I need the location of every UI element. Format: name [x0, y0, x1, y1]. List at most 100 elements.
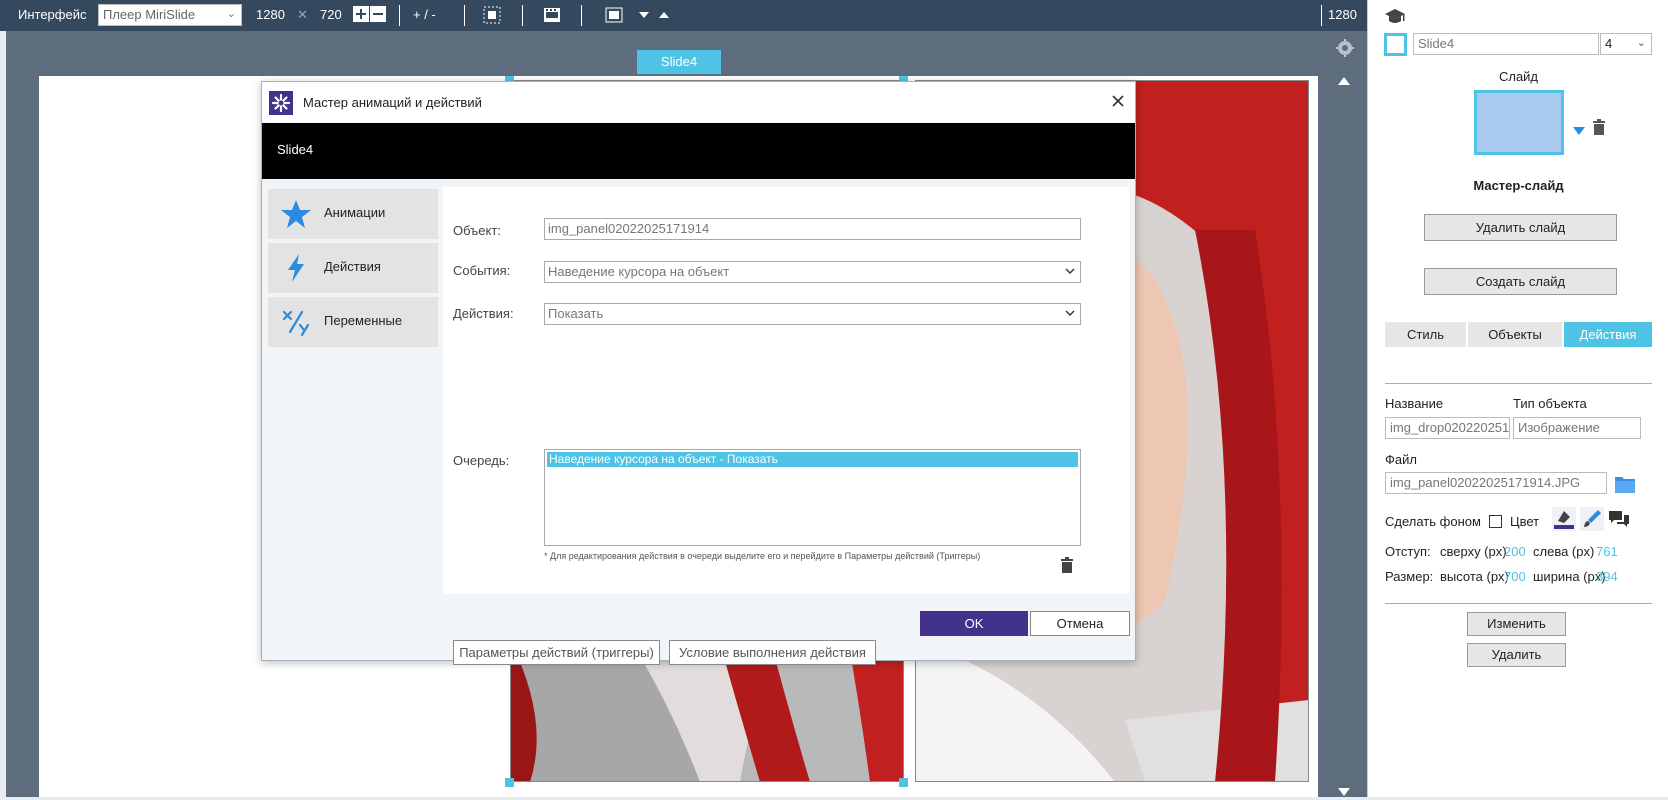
name-label: Название	[1385, 396, 1444, 411]
tab-objects[interactable]: Объекты	[1468, 322, 1564, 347]
trigger-params-button[interactable]: Параметры действий (триггеры)	[453, 640, 660, 665]
delete-slide-button[interactable]: Удалить слайд	[1424, 214, 1617, 241]
slide-name-input[interactable]: Slide4	[1413, 33, 1599, 55]
width-value[interactable]: 1280	[256, 7, 285, 22]
animation-wizard-dialog: Мастер анимаций и действий Slide4 Анимац…	[261, 81, 1136, 665]
zoom-in-icon[interactable]	[353, 6, 371, 24]
chevron-down-icon: ⌄	[226, 8, 236, 20]
offset-left-label: слева (px)	[1533, 544, 1595, 559]
tab-style[interactable]: Стиль	[1385, 322, 1468, 347]
dialog-title: Мастер анимаций и действий	[303, 95, 482, 110]
slide-number-value: 4	[1605, 36, 1613, 51]
comments-icon[interactable]	[1608, 509, 1630, 532]
close-icon[interactable]	[1108, 91, 1128, 111]
change-button[interactable]: Изменить	[1467, 612, 1566, 636]
banner-title: Slide4	[277, 142, 314, 157]
trash-icon[interactable]	[1060, 557, 1074, 576]
cancel-button[interactable]: Отмена	[1030, 611, 1130, 636]
sidebar-item-variables[interactable]: Переменные	[268, 297, 438, 347]
type-label: Тип объекта	[1513, 396, 1587, 411]
triangle-down-icon[interactable]	[1572, 124, 1586, 139]
slide-color-swatch[interactable]	[1384, 33, 1407, 56]
events-select[interactable]: Наведение курсора на объект	[544, 261, 1081, 283]
sidebar-item-animations[interactable]: Анимации	[268, 189, 438, 239]
condition-button[interactable]: Условие выполнения действия	[669, 640, 876, 665]
zoom-ops[interactable]: + / -	[413, 7, 436, 22]
queue-list[interactable]: Наведение курсора на объект - Показать	[544, 449, 1081, 546]
offset-label: Отступ:	[1385, 544, 1431, 559]
sidebar-item-label: Переменные	[324, 313, 403, 328]
offset-left-value[interactable]: 761	[1596, 544, 1618, 559]
queue-note: * Для редактирования действия в очереди …	[544, 551, 981, 561]
film-icon[interactable]	[543, 6, 561, 24]
actions-select[interactable]: Показать	[544, 303, 1081, 325]
delete-object-button[interactable]: Удалить	[1467, 643, 1566, 667]
make-bg-label: Сделать фоном	[1385, 514, 1481, 529]
chevron-down-icon	[1064, 264, 1076, 281]
offset-top-label: сверху (px)	[1440, 544, 1507, 559]
graduation-cap-icon[interactable]	[1384, 8, 1406, 29]
arrow-down-icon[interactable]	[637, 6, 655, 24]
zoom-out-icon[interactable]	[370, 6, 388, 24]
variables-icon	[280, 306, 312, 338]
create-slide-button[interactable]: Создать слайд	[1424, 268, 1617, 295]
scroll-up-icon[interactable]	[1337, 75, 1351, 90]
ok-button[interactable]: OK	[920, 611, 1028, 636]
slide-thumbnail[interactable]	[1474, 90, 1564, 155]
actions-label: Действия:	[453, 306, 514, 321]
player-select[interactable]: Плеер MiriSlide ⌄	[98, 4, 242, 26]
list-item[interactable]: Наведение курсора на объект - Показать	[547, 452, 1078, 467]
sidebar-item-label: Анимации	[324, 205, 386, 220]
layout-icon[interactable]	[605, 6, 623, 24]
slide-heading: Слайд	[1498, 69, 1539, 84]
size-height-label: высота (px)	[1440, 569, 1509, 584]
size-width-value[interactable]: 394	[1596, 569, 1618, 584]
resize-handle[interactable]	[505, 778, 514, 787]
settings-icon[interactable]	[1336, 39, 1354, 57]
chevron-down-icon: ⌄	[1636, 37, 1646, 49]
properties-panel: Slide4 4 ⌄ Слайд Мастер-слайд Удалить сл…	[1367, 0, 1668, 797]
size-height-value[interactable]: 700	[1504, 569, 1526, 584]
divider	[1385, 603, 1652, 604]
queue-label: Очередь:	[453, 453, 510, 468]
brush-icon[interactable]	[1580, 507, 1604, 531]
master-slide-label: Мастер-слайд	[1473, 178, 1564, 193]
player-select-value: Плеер MiriSlide	[103, 7, 196, 22]
actions-value: Показать	[548, 306, 604, 321]
lightning-icon	[280, 252, 312, 284]
arrow-up-icon[interactable]	[657, 6, 675, 24]
object-name-input[interactable]: img_drop0202202517	[1385, 417, 1510, 439]
object-label: Объект:	[453, 223, 501, 238]
offset-top-value[interactable]: 200	[1504, 544, 1526, 559]
events-value: Наведение курсора на объект	[548, 264, 730, 279]
right-value: 1280	[1328, 7, 1357, 22]
height-value[interactable]: 720	[320, 7, 342, 22]
dialog-content: Объект: img_panel02022025171914 События:…	[443, 187, 1129, 665]
trash-icon[interactable]	[1592, 119, 1606, 138]
paint-bucket-icon[interactable]	[1552, 507, 1576, 531]
grid-icon[interactable]	[483, 6, 501, 24]
sidebar-item-actions[interactable]: Действия	[268, 243, 438, 293]
app-logo-icon	[269, 91, 293, 115]
events-label: События:	[453, 263, 511, 278]
dialog-banner: Slide4	[262, 123, 1135, 179]
times-icon: ✕	[297, 7, 308, 22]
slide-number-select[interactable]: 4 ⌄	[1600, 33, 1652, 55]
make-bg-checkbox[interactable]	[1489, 515, 1502, 528]
dialog-titlebar: Мастер анимаций и действий	[262, 82, 1135, 122]
tab-actions[interactable]: Действия	[1564, 322, 1652, 347]
file-input[interactable]: img_panel02022025171914.JPG	[1385, 472, 1607, 494]
top-toolbar: Интерфейс Плеер MiriSlide ⌄ 1280 ✕ 720 +…	[0, 0, 1367, 31]
size-label: Размер:	[1385, 569, 1434, 584]
size-width-label: ширина (px)	[1533, 569, 1606, 584]
star-icon	[280, 198, 312, 230]
resize-handle[interactable]	[899, 778, 908, 787]
object-type-input: Изображение	[1513, 417, 1641, 439]
sidebar-item-label: Действия	[324, 259, 381, 274]
scroll-down-icon[interactable]	[1337, 785, 1351, 800]
folder-icon[interactable]	[1614, 474, 1636, 497]
slide-tab[interactable]: Slide4	[637, 50, 721, 74]
interface-label: Интерфейс	[18, 7, 87, 22]
color-label: Цвет	[1510, 514, 1540, 529]
file-label: Файл	[1385, 452, 1417, 467]
